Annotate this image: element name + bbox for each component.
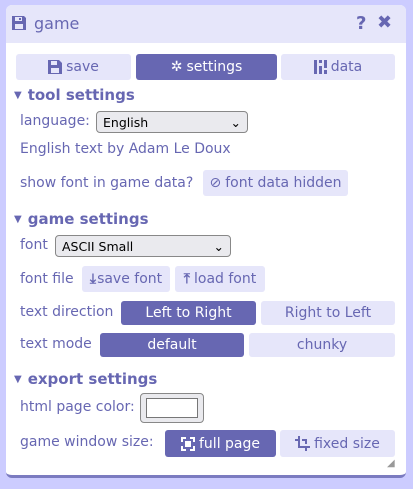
save-font-button[interactable]: ⤓ save font [82, 266, 170, 292]
font-file-label: font file [20, 271, 74, 287]
full-page-option[interactable]: full page [165, 430, 276, 457]
font-value: ASCII Small [62, 238, 134, 254]
crop-icon [295, 436, 311, 451]
floppy-disk-icon [48, 60, 63, 74]
hidden-icon: ⊘ [209, 175, 222, 191]
floppy-disk-icon [11, 15, 27, 31]
export-settings-toggle[interactable]: ▼ export settings [14, 370, 157, 388]
mode-default-option[interactable]: default [100, 333, 244, 357]
tab-save[interactable]: save [16, 54, 131, 80]
tab-data[interactable]: data [281, 54, 395, 80]
load-font-button[interactable]: ⤒ load font [175, 266, 265, 292]
language-value: English [103, 114, 149, 130]
triangle-down-icon: ▼ [14, 373, 22, 385]
button-label: save font [97, 271, 163, 287]
rtl-option[interactable]: Right to Left [261, 301, 395, 325]
language-label: language: [20, 113, 90, 129]
button-label: load font [193, 271, 257, 287]
tab-label: data [330, 59, 363, 75]
button-label: font data hidden [225, 175, 342, 191]
gear-icon: ✲ [170, 59, 183, 75]
close-icon[interactable]: ✖ [377, 12, 392, 33]
upload-icon: ⤒ [183, 271, 190, 287]
font-label: font [20, 237, 48, 253]
tab-settings[interactable]: ✲ settings [136, 54, 277, 80]
panel-title: game [34, 14, 80, 33]
button-label: fixed size [314, 435, 380, 452]
tool-settings-toggle[interactable]: ▼ tool settings [14, 86, 135, 104]
panel-header[interactable]: game ? ✖ [6, 5, 406, 43]
translation-credit: English text by Adam Le Doux [20, 141, 231, 157]
resize-handle-icon[interactable]: ◢ [387, 458, 395, 469]
data-icon [313, 60, 327, 74]
fullscreen-icon [181, 436, 195, 451]
show-font-label: show font in game data? [20, 175, 194, 191]
page-color-picker[interactable] [140, 393, 204, 423]
help-icon[interactable]: ? [356, 13, 366, 34]
font-select[interactable]: ASCII Small ⌄ [55, 235, 231, 257]
triangle-down-icon: ▼ [14, 213, 22, 225]
triangle-down-icon: ▼ [14, 89, 22, 101]
mode-chunky-option[interactable]: chunky [249, 333, 395, 357]
text-direction-label: text direction [20, 304, 114, 320]
section-heading: tool settings [27, 86, 135, 104]
text-mode-label: text mode [20, 336, 92, 352]
tab-label: save [66, 59, 99, 75]
game-settings-toggle[interactable]: ▼ game settings [14, 210, 149, 228]
ltr-option[interactable]: Left to Right [121, 301, 256, 325]
chevron-down-icon: ⌄ [213, 238, 224, 254]
download-icon: ⤓ [89, 271, 97, 287]
font-data-toggle[interactable]: ⊘ font data hidden [203, 170, 348, 196]
language-select[interactable]: English ⌄ [96, 111, 248, 133]
color-swatch [146, 398, 198, 418]
button-label: full page [199, 435, 260, 452]
tab-label: settings [186, 59, 243, 75]
page-color-label: html page color: [20, 399, 135, 415]
chevron-down-icon: ⌄ [230, 114, 241, 130]
fixed-size-option[interactable]: fixed size [280, 430, 395, 457]
window-size-label: game window size: [20, 434, 154, 450]
section-heading: game settings [27, 210, 149, 228]
section-heading: export settings [27, 370, 158, 388]
